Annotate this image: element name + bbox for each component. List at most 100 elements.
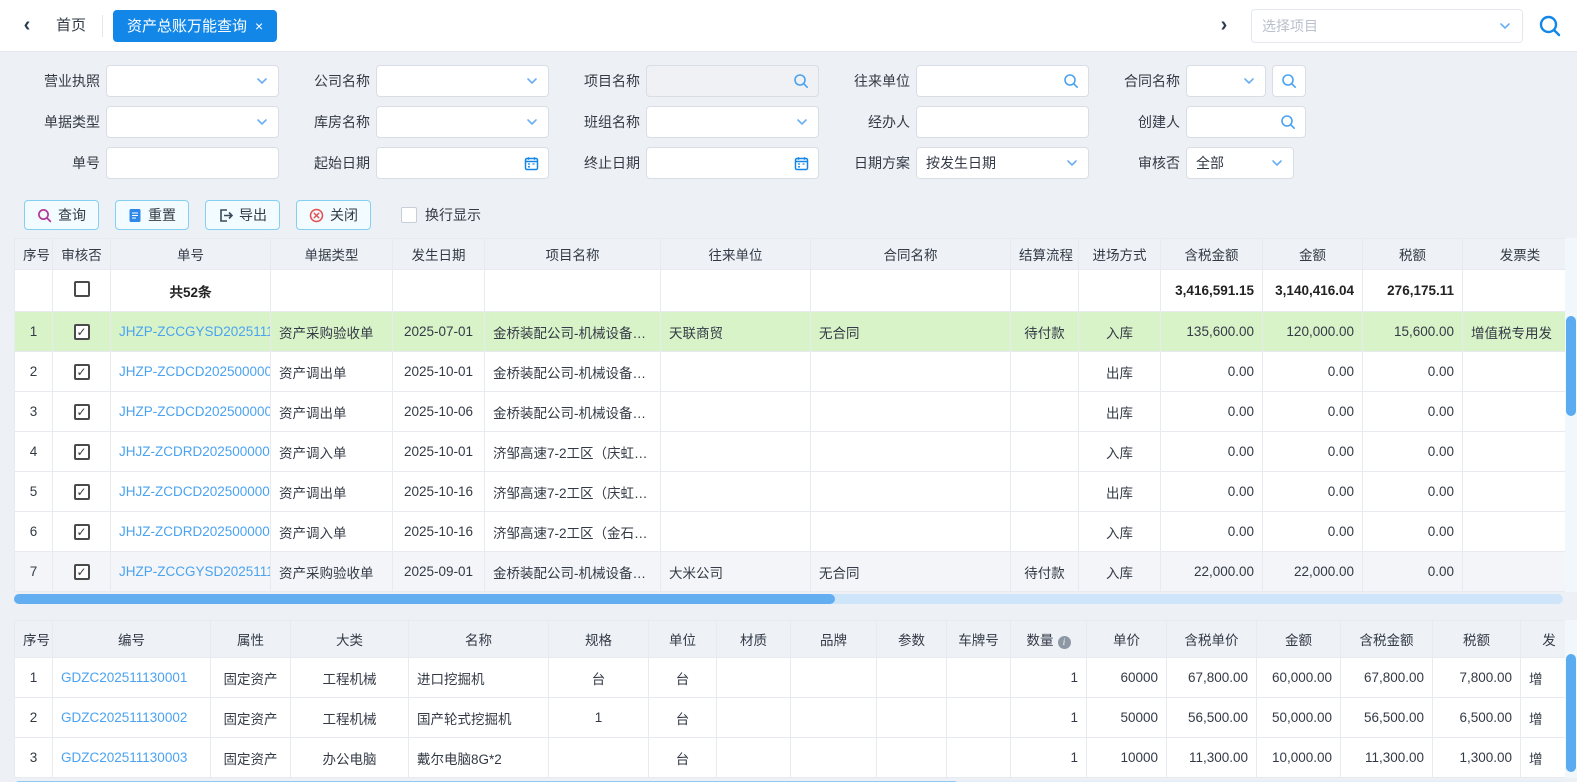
tabs-scroll-right-icon[interactable]: › — [1211, 13, 1237, 39]
document-row[interactable]: 4 ✓ JHJZ-ZCDRD202500000 资产调入单 2025-10-01… — [15, 432, 1577, 472]
project-select[interactable]: 选择项目 — [1251, 9, 1523, 43]
document-row[interactable]: 7 ✓ JHZP-ZCCGYSD2025111 资产采购验收单 2025-09-… — [15, 552, 1577, 592]
select-公司名称[interactable] — [376, 65, 549, 97]
global-search-icon[interactable] — [1537, 13, 1563, 39]
horizontal-scroll-thumb[interactable] — [14, 594, 835, 604]
doc-number-link[interactable]: JHZP-ZCDCD202500000 — [119, 404, 271, 419]
date-input-终止日期[interactable] — [646, 147, 819, 179]
info-icon[interactable]: i — [1058, 636, 1071, 649]
column-header-属性[interactable]: 属性 — [211, 621, 291, 658]
wrap-display-checkbox[interactable] — [401, 207, 417, 223]
column-header-项目名称[interactable]: 项目名称 — [485, 239, 661, 270]
tabs-scroll-left-icon[interactable]: ‹ — [14, 13, 40, 39]
column-header-税额[interactable]: 税额 — [1433, 621, 1521, 658]
column-header-大类[interactable]: 大类 — [291, 621, 409, 658]
asset-row[interactable]: 1 GDZC202511130001 固定资产 工程机械 进口挖掘机 台 台 1… — [15, 658, 1577, 698]
column-header-材质[interactable]: 材质 — [717, 621, 791, 658]
column-header-单据类型[interactable]: 单据类型 — [271, 239, 393, 270]
select-合同名称[interactable] — [1186, 65, 1266, 97]
calendar-icon[interactable] — [524, 156, 539, 171]
doc-number-link[interactable]: JHJZ-ZCDRD202500000 — [119, 524, 270, 539]
search-icon[interactable] — [1280, 114, 1296, 130]
column-header-编号[interactable]: 编号 — [53, 621, 211, 658]
text-input-经办人[interactable] — [916, 106, 1089, 138]
column-header-单位[interactable]: 单位 — [649, 621, 717, 658]
document-table-horizontal-scrollbar[interactable] — [14, 594, 1563, 604]
doc-number-link[interactable]: JHZP-ZCDCD202500000 — [119, 364, 271, 379]
tab-asset-ledger-query[interactable]: 资产总账万能查询 × — [113, 10, 277, 42]
column-header-名称[interactable]: 名称 — [409, 621, 549, 658]
calendar-icon[interactable] — [794, 156, 809, 171]
asset-row[interactable]: 3 GDZC202511130003 固定资产 办公电脑 戴尔电脑8G*2 台 … — [15, 738, 1577, 778]
column-header-税额[interactable]: 税额 — [1363, 239, 1463, 270]
doc-number-link[interactable]: JHJZ-ZCDCD202500000 — [119, 484, 270, 499]
asset-row[interactable]: 2 GDZC202511130002 固定资产 工程机械 国产轮式挖掘机 1 台… — [15, 698, 1577, 738]
select-营业执照[interactable] — [106, 65, 279, 97]
search-input-往来单位[interactable] — [916, 65, 1089, 97]
document-row[interactable]: 2 ✓ JHZP-ZCDCD202500000 资产调出单 2025-10-01… — [15, 352, 1577, 392]
wrap-display-toggle[interactable]: 换行显示 — [401, 205, 481, 225]
search-input-项目名称[interactable] — [646, 65, 819, 97]
column-header-金额[interactable]: 金额 — [1263, 239, 1363, 270]
select-单据类型[interactable] — [106, 106, 279, 138]
doc-number-link[interactable]: JHJZ-ZCDRD202500000 — [119, 444, 270, 459]
column-header-结算流程[interactable]: 结算流程 — [1011, 239, 1079, 270]
tab-home[interactable]: 首页 — [40, 10, 102, 42]
document-row[interactable]: 1 ✓ JHZP-ZCCGYSD2025111 资产采购验收单 2025-07-… — [15, 312, 1577, 352]
row-checkbox[interactable]: ✓ — [74, 564, 90, 580]
column-header-参数[interactable]: 参数 — [877, 621, 947, 658]
column-header-金额[interactable]: 金额 — [1257, 621, 1341, 658]
tab-close-icon[interactable]: × — [255, 18, 263, 34]
column-header-往来单位[interactable]: 往来单位 — [661, 239, 811, 270]
column-header-车牌号[interactable]: 车牌号 — [947, 621, 1011, 658]
close-button[interactable]: 关闭 — [296, 200, 371, 230]
column-header-发生日期[interactable]: 发生日期 — [393, 239, 485, 270]
document-table-vertical-scrollbar[interactable] — [1565, 238, 1577, 592]
select-审核否[interactable]: 全部 — [1186, 147, 1294, 179]
search-icon[interactable] — [793, 73, 809, 89]
column-header-合同名称[interactable]: 合同名称 — [811, 239, 1011, 270]
select-all-checkbox[interactable] — [74, 281, 90, 297]
query-button[interactable]: 查询 — [24, 200, 99, 230]
column-header-含税单价[interactable]: 含税单价 — [1167, 621, 1257, 658]
row-checkbox[interactable]: ✓ — [74, 364, 90, 380]
vertical-scroll-thumb[interactable] — [1566, 654, 1576, 772]
column-header-含税金额[interactable]: 含税金额 — [1161, 239, 1263, 270]
column-header-发票类[interactable]: 发票类 — [1463, 239, 1577, 270]
select-库房名称[interactable] — [376, 106, 549, 138]
column-header-规格[interactable]: 规格 — [549, 621, 649, 658]
select-日期方案[interactable]: 按发生日期 — [916, 147, 1089, 179]
asset-code-link[interactable]: GDZC202511130001 — [61, 670, 187, 685]
row-checkbox[interactable]: ✓ — [74, 444, 90, 460]
vertical-scroll-thumb[interactable] — [1566, 316, 1576, 416]
detail-table-vertical-scrollbar[interactable] — [1565, 620, 1577, 778]
document-row[interactable]: 3 ✓ JHZP-ZCDCD202500000 资产调出单 2025-10-06… — [15, 392, 1577, 432]
asset-code-link[interactable]: GDZC202511130003 — [61, 750, 187, 765]
column-header-序号[interactable]: 序号 — [15, 621, 53, 658]
search-button-合同名称[interactable] — [1272, 65, 1306, 97]
column-header-单号[interactable]: 单号 — [111, 239, 271, 270]
date-input-起始日期[interactable] — [376, 147, 549, 179]
column-header-数量[interactable]: 数量i — [1011, 621, 1087, 658]
column-header-含税金额[interactable]: 含税金额 — [1341, 621, 1433, 658]
document-row[interactable]: 6 ✓ JHJZ-ZCDRD202500000 资产调入单 2025-10-16… — [15, 512, 1577, 552]
row-checkbox[interactable]: ✓ — [74, 484, 90, 500]
reset-button[interactable]: 重置 — [115, 200, 189, 230]
export-button[interactable]: 导出 — [205, 200, 280, 230]
column-header-审核否[interactable]: 审核否 — [53, 239, 111, 270]
column-header-序号[interactable]: 序号 — [15, 239, 53, 270]
row-checkbox[interactable]: ✓ — [74, 324, 90, 340]
column-header-单价[interactable]: 单价 — [1087, 621, 1167, 658]
column-header-品牌[interactable]: 品牌 — [791, 621, 877, 658]
search-input-创建人[interactable] — [1186, 106, 1306, 138]
text-input-单号[interactable] — [106, 147, 279, 179]
search-icon[interactable] — [1063, 73, 1079, 89]
doc-number-link[interactable]: JHZP-ZCCGYSD2025111 — [119, 324, 271, 339]
asset-code-link[interactable]: GDZC202511130002 — [61, 710, 187, 725]
document-row[interactable]: 5 ✓ JHJZ-ZCDCD202500000 资产调出单 2025-10-16… — [15, 472, 1577, 512]
doc-number-link[interactable]: JHZP-ZCCGYSD2025111 — [119, 564, 271, 579]
row-checkbox[interactable]: ✓ — [74, 404, 90, 420]
select-班组名称[interactable] — [646, 106, 819, 138]
column-header-进场方式[interactable]: 进场方式 — [1079, 239, 1161, 270]
row-checkbox[interactable]: ✓ — [74, 524, 90, 540]
